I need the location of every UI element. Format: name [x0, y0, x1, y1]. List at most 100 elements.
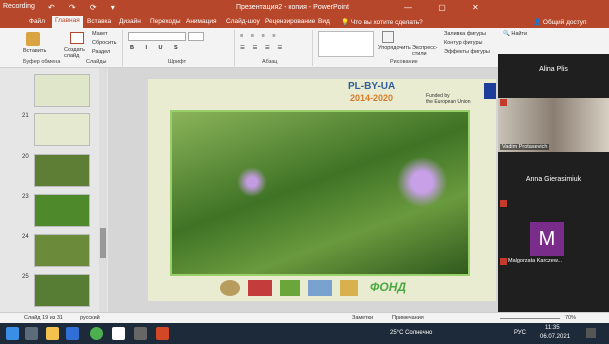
slide-thumbnail[interactable]: [34, 154, 90, 187]
slide-number: 21: [22, 113, 29, 119]
program-logo-years: 2014-2020: [350, 93, 394, 103]
font-size-box[interactable]: [188, 32, 204, 41]
tab-slideshow[interactable]: Слайд-шоу: [223, 17, 263, 26]
window-controls[interactable]: — ▢ ✕: [404, 3, 491, 12]
thumbnail-scrollbar[interactable]: [99, 68, 107, 312]
tab-transitions[interactable]: Переходы: [147, 17, 184, 26]
program-logo-title: PL-BY-UA: [348, 81, 396, 92]
status-bar: Слайд 19 из 31 русский Заметки Примечани…: [0, 312, 609, 323]
eu-flag-icon: [484, 83, 496, 99]
scrollbar-thumb[interactable]: [100, 228, 106, 258]
shapes-gallery[interactable]: [318, 31, 374, 57]
shape-fill-button[interactable]: Заливка фигуры: [444, 31, 486, 37]
tab-design[interactable]: Дизайн: [116, 17, 144, 26]
clock-date[interactable]: 06.07.2021: [540, 334, 570, 340]
slide-thumbnail[interactable]: [34, 234, 90, 267]
quick-styles-button[interactable]: Экспресс-стили: [412, 45, 438, 57]
mail-icon[interactable]: [66, 327, 79, 340]
paste-button[interactable]: Вставить: [23, 48, 46, 54]
group-slides: Слайды: [86, 59, 107, 65]
lightbulb-icon: 💡: [341, 19, 351, 26]
section-button[interactable]: Раздел: [92, 49, 110, 55]
weather-widget[interactable]: 25°C Солнечно: [390, 330, 432, 336]
funded-by-line2: the European Union: [426, 99, 471, 105]
title-bar: Recording ↶ ↷ ⟳ ▾ Презентация2 - копия -…: [0, 0, 609, 16]
avatar: M: [530, 222, 564, 256]
shape-outline-button[interactable]: Контур фигуры: [444, 40, 482, 46]
paste-icon[interactable]: [26, 32, 40, 46]
find-button[interactable]: 🔍 Найти: [503, 31, 527, 37]
quick-access-toolbar[interactable]: ↶ ↷ ⟳ ▾: [48, 3, 121, 12]
tab-insert[interactable]: Вставка: [84, 17, 114, 26]
arrange-button[interactable]: Упорядочить: [378, 45, 411, 51]
input-language[interactable]: РУС: [514, 330, 526, 336]
participant-name: Alina Plis: [539, 66, 568, 73]
reset-button[interactable]: Сбросить: [92, 40, 116, 46]
participant-name: Vadim Protasevich: [500, 144, 550, 150]
tab-file[interactable]: Файл: [26, 17, 48, 26]
slide-thumbnail[interactable]: [34, 113, 90, 146]
new-slide-icon[interactable]: [70, 32, 84, 44]
tab-animations[interactable]: Анимация: [183, 17, 220, 26]
group-paragraph: Абзац: [262, 59, 278, 65]
slide-number: 20: [22, 154, 29, 160]
layout-button[interactable]: Макет: [92, 31, 108, 37]
slide-number: 23: [22, 194, 29, 200]
slide-thumbnail[interactable]: [34, 74, 90, 107]
slide-number: 24: [22, 234, 29, 240]
new-slide-button[interactable]: Создать слайд: [64, 47, 90, 59]
fund-logo: ФОНД: [370, 280, 407, 294]
tab-review[interactable]: Рецензирование: [262, 17, 318, 26]
comments-button[interactable]: Примечания: [392, 315, 424, 321]
orchid-flowers: [392, 152, 452, 212]
tab-view[interactable]: Вид: [315, 17, 333, 26]
arrange-icon[interactable]: [382, 31, 394, 43]
store-icon[interactable]: [112, 327, 125, 340]
slide-counter: Слайд 19 из 31: [24, 315, 63, 321]
current-slide[interactable]: PL-BY-UA 2014-2020 Funded by the Europea…: [148, 79, 496, 301]
tell-me-search[interactable]: 💡 Что вы хотите сделать?: [338, 17, 426, 27]
windows-start-icon[interactable]: [6, 327, 19, 340]
divider: [234, 30, 235, 66]
mic-muted-icon: [500, 258, 507, 265]
partner-logo: [220, 280, 240, 296]
divider: [122, 30, 123, 66]
flower-photo[interactable]: [170, 110, 470, 276]
partner-logo: [280, 280, 300, 296]
participant-video[interactable]: Vadim Protasevich: [498, 98, 609, 152]
slide-number: 25: [22, 274, 29, 280]
task-view-icon[interactable]: [25, 327, 38, 340]
shape-effects-button[interactable]: Эффекты фигуры: [444, 49, 490, 55]
zoom-slider[interactable]: [500, 318, 560, 319]
font-name-box[interactable]: [128, 32, 186, 41]
notes-button[interactable]: Заметки: [352, 315, 373, 321]
taskbar: 25°C Солнечно РУС 11:35 06.07.2021: [0, 323, 609, 344]
share-label: Общий доступ: [542, 19, 587, 26]
person-icon: 👤: [533, 19, 543, 26]
paragraph-buttons[interactable]: ≡ ≡ ≡ ≡: [240, 33, 278, 39]
slide-thumbnail[interactable]: [34, 194, 90, 227]
clock-time[interactable]: 11:35: [545, 325, 560, 331]
group-drawing: Рисование: [390, 59, 418, 65]
participant-name: Anna Gierasimiuk: [525, 176, 582, 183]
orchid-flowers: [232, 167, 272, 197]
language-indicator[interactable]: русский: [80, 315, 100, 321]
settings-icon[interactable]: [134, 327, 147, 340]
partner-logo: [308, 280, 332, 296]
powerpoint-icon[interactable]: [156, 327, 169, 340]
share-button[interactable]: 👤 Общий доступ: [530, 17, 590, 27]
slide-thumbnail-pane[interactable]: 21 20 24 25: [0, 68, 108, 312]
ribbon-tabs: Файл Главная Вставка Дизайн Переходы Ани…: [0, 16, 609, 28]
zoom-level[interactable]: 70%: [565, 315, 576, 321]
slide-thumbnail[interactable]: [34, 274, 90, 307]
group-clipboard: Буфер обмена: [23, 59, 61, 65]
align-buttons[interactable]: ☰ ☰ ☰ ☰: [240, 45, 285, 51]
file-explorer-icon[interactable]: [46, 327, 59, 340]
font-format-buttons[interactable]: B I U S: [130, 45, 183, 51]
notification-icon[interactable]: [586, 328, 596, 338]
participant-name: Malgorzata Karczew...: [508, 258, 563, 264]
tab-home[interactable]: Главная: [52, 16, 83, 28]
chrome-icon[interactable]: [90, 327, 103, 340]
partner-logo: [248, 280, 272, 296]
search-placeholder: Что вы хотите сделать?: [350, 19, 423, 26]
